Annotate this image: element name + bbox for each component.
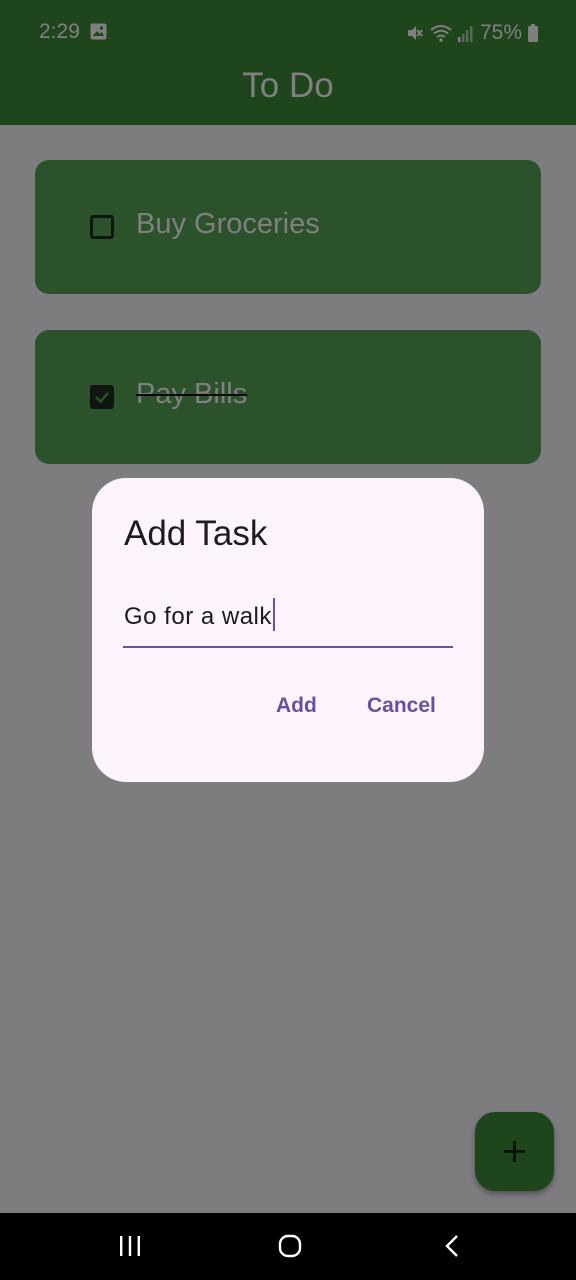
- cancel-button[interactable]: Cancel: [367, 694, 436, 718]
- add-button[interactable]: Add: [276, 694, 317, 718]
- back-icon[interactable]: [443, 1234, 461, 1263]
- navigation-bar: [0, 1213, 576, 1280]
- text-cursor: [272, 598, 275, 631]
- home-icon[interactable]: [278, 1234, 302, 1263]
- task-input-value: Go for a walk: [124, 603, 272, 630]
- dialog-title: Add Task: [124, 514, 268, 553]
- add-task-dialog: Add Task Go for a walk Add Cancel: [92, 478, 484, 782]
- task-input[interactable]: Go for a walk: [123, 586, 453, 648]
- recents-icon[interactable]: [118, 1235, 142, 1262]
